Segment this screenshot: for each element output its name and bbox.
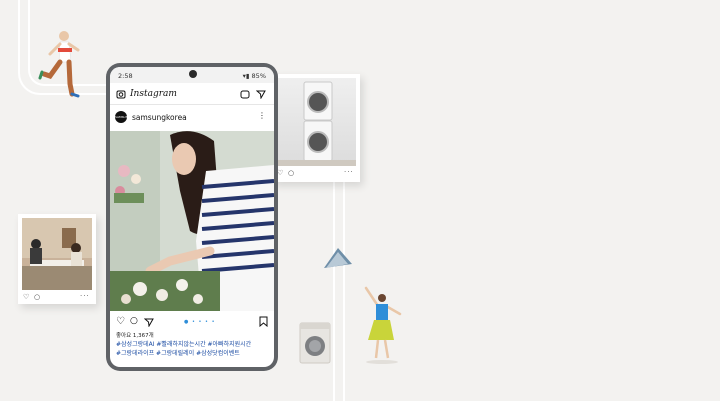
signal-icon: ▾▮ <box>242 72 252 80</box>
post-photo[interactable] <box>110 131 274 311</box>
comment-icon[interactable]: ○ <box>288 169 294 177</box>
hashtags-line-2[interactable]: #그랑데라이프 #그랑데릴레이 #삼성닷컴이벤트 <box>116 349 268 358</box>
comment-icon[interactable]: ○ <box>34 293 40 301</box>
igtv-icon[interactable] <box>240 89 250 99</box>
washer-photo <box>276 78 356 166</box>
username[interactable]: samsungkorea <box>132 113 187 122</box>
phone-screen: 2:58 ▾▮ 85% Instagram SAMSUNG samsungkor… <box>110 67 274 367</box>
status-battery: ▾▮ 85% <box>242 72 266 80</box>
woman-arranging-flowers <box>110 131 274 311</box>
carousel-indicator: ● • • • • <box>184 319 216 325</box>
cafe-scene <box>22 218 92 290</box>
heart-icon[interactable]: ♡ <box>116 316 125 327</box>
hashtags: #삼성그랑데AI #빨래하지않는시간 #아빠하지원시간 #그랑데라이프 #그랑데… <box>116 340 268 358</box>
direct-message-icon[interactable] <box>256 89 266 99</box>
likes-count: 좋아요 1,367개 <box>116 333 154 339</box>
instagram-logo: Instagram <box>130 89 177 99</box>
cafe-post-card[interactable]: ♡ ○ ··· <box>18 214 96 304</box>
washing-machine-icon <box>299 322 331 364</box>
more-options-icon[interactable]: ··· <box>344 168 354 176</box>
comment-icon[interactable]: ○ <box>130 316 138 326</box>
avatar[interactable]: SAMSUNG <box>115 111 130 123</box>
more-options-icon[interactable]: ⋮ <box>258 111 266 120</box>
road-line-right-2 <box>343 180 345 401</box>
fan-illustration <box>324 248 352 268</box>
dancing-woman-illustration <box>364 286 402 364</box>
road-line-right <box>333 180 335 401</box>
instagram-header: Instagram <box>110 85 274 105</box>
post-actions: ♡ ○ ● • • • • <box>110 314 274 330</box>
status-time: 2:58 <box>118 72 133 80</box>
phone-mockup: 2:58 ▾▮ 85% Instagram SAMSUNG samsungkor… <box>106 63 278 371</box>
post-author-row[interactable]: SAMSUNG samsungkorea ⋮ <box>110 107 274 129</box>
washer-post-card[interactable]: ♡ ○ ··· <box>272 74 360 182</box>
more-options-icon[interactable]: ··· <box>80 292 90 300</box>
heart-icon[interactable]: ♡ <box>23 293 29 301</box>
running-man-illustration <box>38 31 80 98</box>
share-icon[interactable] <box>144 317 154 327</box>
cafe-photo <box>22 218 92 290</box>
status-bar: 2:58 ▾▮ 85% <box>110 67 274 83</box>
bookmark-icon[interactable] <box>259 316 268 327</box>
stacked-washer-dryer <box>276 81 356 166</box>
hashtags-line-1[interactable]: #삼성그랑데AI #빨래하지않는시간 #아빠하지원시간 <box>116 340 268 349</box>
camera-icon[interactable] <box>116 89 126 99</box>
front-camera <box>189 70 197 78</box>
